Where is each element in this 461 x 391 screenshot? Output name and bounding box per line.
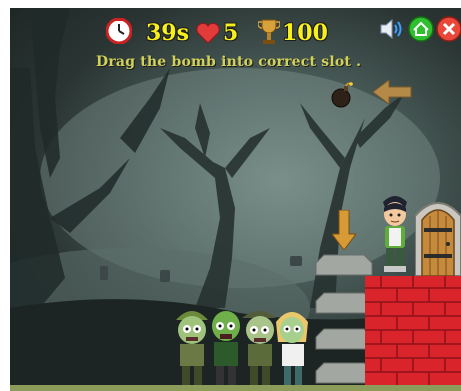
score-value: 100: [282, 20, 328, 46]
stone-slot-3: [315, 328, 373, 350]
bomb-icon[interactable]: [331, 82, 353, 108]
ground-strip: [10, 385, 461, 391]
arrow-left-icon: [373, 80, 412, 104]
boy-character: [383, 196, 407, 272]
stone-slot-2: [315, 292, 373, 314]
castle-door: [415, 202, 461, 276]
stone-slot-4: [315, 362, 373, 384]
trophy-icon: [258, 19, 280, 44]
instruction-text: Drag the bomb into correct slot .: [96, 54, 362, 70]
arrow-down-icon: [332, 210, 356, 250]
speaker-icon[interactable]: [378, 16, 404, 42]
game-canvas[interactable]: 39s 5 100 Drag the bomb into correct slo…: [10, 8, 461, 391]
home-icon[interactable]: [408, 16, 434, 42]
zombie-girl: [276, 312, 308, 386]
stone-slot-1: [315, 254, 373, 276]
timer-value: 39s: [146, 20, 190, 46]
zombie-soldier: [176, 311, 208, 386]
hud-bar: 39s 5 100: [10, 8, 461, 48]
timer-display: [106, 18, 132, 44]
zombie-group: [176, 311, 308, 386]
brick-tower: [365, 276, 461, 391]
clock-icon: [106, 18, 132, 44]
heart-icon: [196, 22, 220, 44]
lives-value: 5: [223, 20, 239, 46]
close-icon[interactable]: [436, 16, 461, 42]
zombie-green: [212, 311, 240, 386]
zombie-helmet: [242, 311, 276, 386]
